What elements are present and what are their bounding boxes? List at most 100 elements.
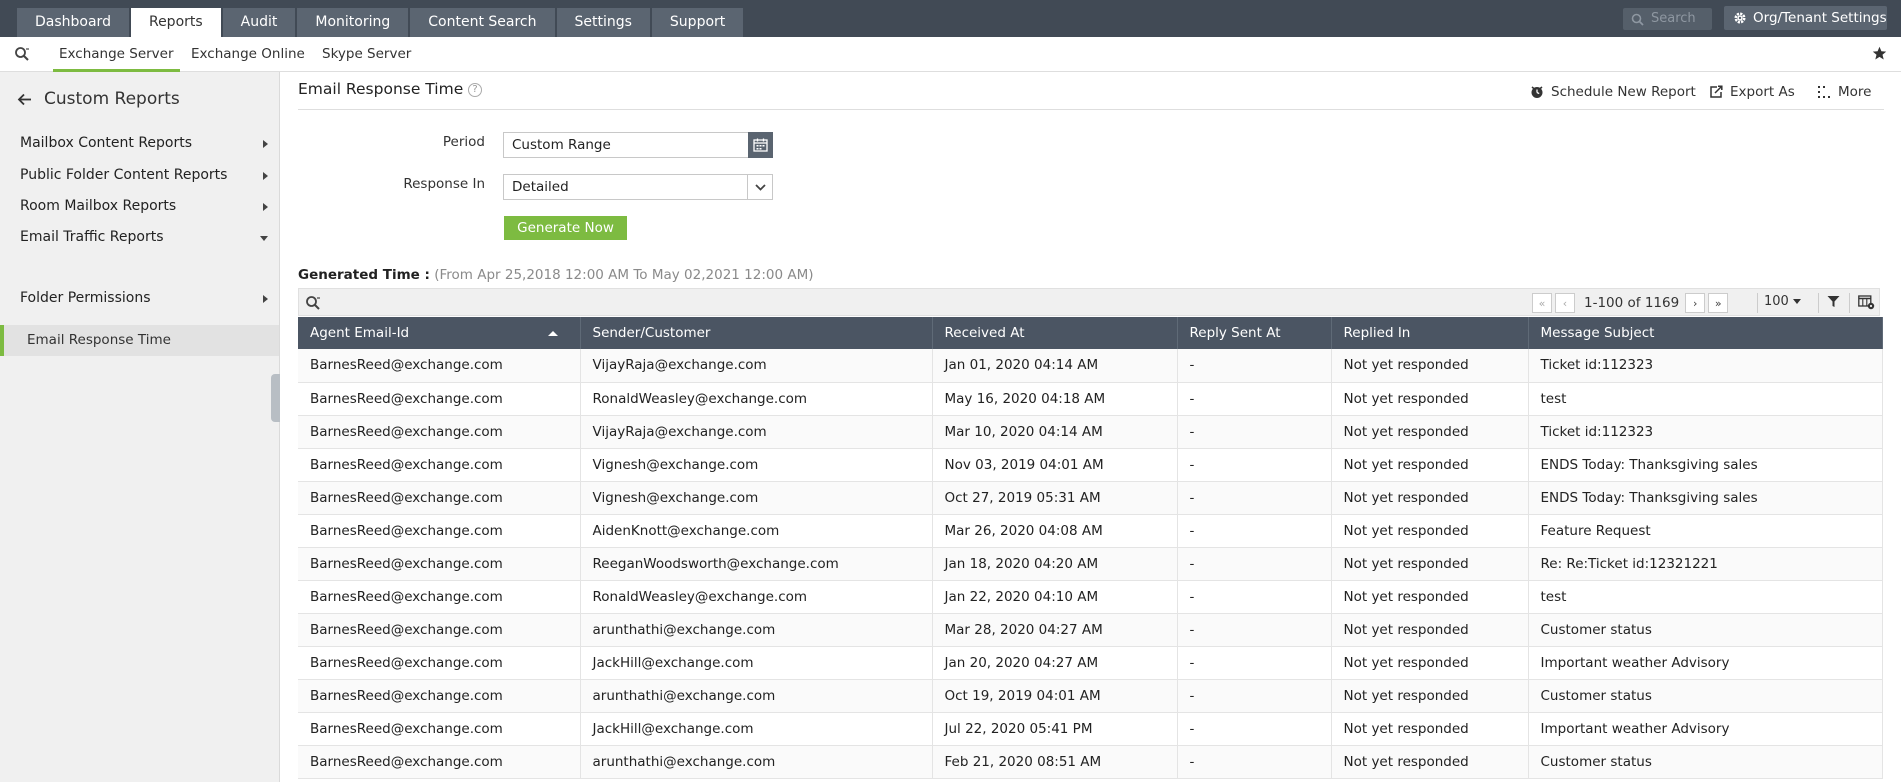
tab-content-search[interactable]: Content Search	[410, 8, 555, 37]
agent-email-cell: BarnesReed@exchange.com	[298, 547, 581, 581]
received-at-cell: Nov 03, 2019 04:01 AM	[932, 448, 1178, 482]
column-header-sender[interactable]: Sender/Customer	[580, 317, 933, 349]
caret-down-icon	[260, 236, 268, 241]
table-row[interactable]: BarnesReed@exchange.com VijayRaja@exchang…	[298, 349, 1883, 383]
table-row[interactable]: BarnesReed@exchange.com Vignesh@exchange.…	[298, 481, 1883, 515]
first-page-icon[interactable]: «	[1532, 293, 1552, 313]
subtab-exchange-online[interactable]: Exchange Online	[191, 46, 305, 62]
message-subject-cell: Ticket id:112323	[1528, 415, 1883, 449]
received-at-cell: Mar 10, 2020 04:14 AM	[932, 415, 1178, 449]
received-at-cell: Jan 22, 2020 04:10 AM	[932, 580, 1178, 614]
column-header-message-subject[interactable]: Message Subject	[1528, 317, 1883, 349]
column-header-received-at[interactable]: Received At	[932, 317, 1178, 349]
agent-email-cell: BarnesReed@exchange.com	[298, 712, 581, 746]
received-at-cell: Mar 28, 2020 04:27 AM	[932, 613, 1178, 647]
received-at-cell: Mar 26, 2020 04:08 AM	[932, 514, 1178, 548]
global-search-input[interactable]: Search	[1623, 8, 1712, 30]
sidebar-item-folder-permissions[interactable]: Folder Permissions	[20, 290, 268, 306]
caret-right-icon	[263, 172, 268, 180]
gear-icon	[1734, 12, 1746, 24]
subtab-exchange-server[interactable]: Exchange Server	[53, 46, 180, 72]
more-label: More	[1838, 84, 1872, 100]
caret-right-icon	[263, 203, 268, 211]
received-at-cell: May 16, 2020 04:18 AM	[932, 382, 1178, 416]
column-chooser-icon[interactable]	[1858, 295, 1875, 310]
received-at-cell: Jul 22, 2020 05:41 PM	[932, 712, 1178, 746]
tab-support[interactable]: Support	[651, 8, 744, 37]
sidebar: Custom Reports Mailbox Content Reports P…	[0, 72, 280, 782]
response-in-select[interactable]: Detailed	[503, 174, 773, 200]
sidebar-item-public-folder-content-reports[interactable]: Public Folder Content Reports	[20, 167, 268, 183]
last-page-icon[interactable]: »	[1708, 293, 1729, 313]
table-row[interactable]: BarnesReed@exchange.com Vignesh@exchange.…	[298, 448, 1883, 482]
tab-reports[interactable]: Reports	[130, 8, 221, 37]
search-icon[interactable]	[14, 46, 30, 62]
replied-in-cell: Not yet responded	[1331, 547, 1529, 581]
page-size-select[interactable]: 100	[1764, 294, 1801, 309]
prev-page-icon[interactable]: ‹	[1555, 293, 1575, 313]
replied-in-cell: Not yet responded	[1331, 481, 1529, 515]
received-at-cell: Feb 21, 2020 08:51 AM	[932, 745, 1178, 779]
pager-range: 1-100 of 1169	[1584, 295, 1680, 311]
received-at-cell: Oct 27, 2019 05:31 AM	[932, 481, 1178, 515]
sidebar-item-mailbox-content-reports[interactable]: Mailbox Content Reports	[20, 135, 268, 151]
agent-email-cell: BarnesReed@exchange.com	[298, 580, 581, 614]
sidebar-item-email-traffic-reports[interactable]: Email Traffic Reports	[20, 229, 268, 245]
reply-sent-at-cell: -	[1177, 349, 1332, 383]
help-icon[interactable]: ?	[468, 83, 482, 97]
tab-monitoring[interactable]: Monitoring	[297, 8, 409, 37]
calendar-button[interactable]	[748, 132, 773, 158]
next-page-icon[interactable]: ›	[1685, 293, 1706, 313]
sidebar-header[interactable]: Custom Reports	[17, 89, 180, 109]
table-row[interactable]: BarnesReed@exchange.com AidenKnott@exchan…	[298, 514, 1883, 548]
table-row[interactable]: BarnesReed@exchange.com arunthathi@exchan…	[298, 745, 1883, 779]
period-label: Period	[442, 134, 485, 150]
sender-cell: JackHill@exchange.com	[580, 712, 933, 746]
schedule-new-report-button[interactable]: Schedule New Report	[1530, 84, 1696, 100]
tab-settings[interactable]: Settings	[556, 8, 650, 37]
more-button[interactable]: More	[1817, 84, 1871, 100]
back-arrow-icon[interactable]	[17, 93, 32, 106]
sidebar-item-label: Public Folder Content Reports	[20, 167, 228, 183]
column-header-replied-in[interactable]: Replied In	[1331, 317, 1529, 349]
reply-sent-at-cell: -	[1177, 547, 1332, 581]
generate-now-button[interactable]: Generate Now	[504, 216, 627, 240]
sidebar-item-room-mailbox-reports[interactable]: Room Mailbox Reports	[20, 198, 268, 214]
table-row[interactable]: BarnesReed@exchange.com arunthathi@exchan…	[298, 613, 1883, 647]
org-tenant-settings-button[interactable]: Org/Tenant Settings	[1724, 6, 1887, 30]
search-icon[interactable]	[305, 295, 321, 311]
reply-sent-at-cell: -	[1177, 415, 1332, 449]
tab-dashboard[interactable]: Dashboard	[17, 8, 129, 37]
sidebar-subitem-email-response-time[interactable]: Email Response Time	[0, 325, 279, 356]
message-subject-cell: Feature Request	[1528, 514, 1883, 548]
page-title: Email Response Time	[298, 80, 464, 98]
tab-audit[interactable]: Audit	[222, 8, 296, 37]
filter-icon[interactable]	[1827, 295, 1840, 308]
caret-right-icon	[263, 140, 268, 148]
header-divider	[298, 109, 1884, 110]
sender-cell: JackHill@exchange.com	[580, 646, 933, 680]
response-in-dropdown-toggle[interactable]	[747, 174, 773, 200]
reply-sent-at-cell: -	[1177, 382, 1332, 416]
table-row[interactable]: BarnesReed@exchange.com ReeganWoodsworth@…	[298, 547, 1883, 581]
agent-email-cell: BarnesReed@exchange.com	[298, 679, 581, 713]
message-subject-cell: Important weather Advisory	[1528, 712, 1883, 746]
agent-email-cell: BarnesReed@exchange.com	[298, 646, 581, 680]
column-header-reply-sent-at[interactable]: Reply Sent At	[1177, 317, 1332, 349]
table-row[interactable]: BarnesReed@exchange.com JackHill@exchange…	[298, 712, 1883, 746]
table-row[interactable]: BarnesReed@exchange.com VijayRaja@exchang…	[298, 415, 1883, 449]
table-row[interactable]: BarnesReed@exchange.com RonaldWeasley@exc…	[298, 382, 1883, 416]
sidebar-collapse-handle[interactable]	[271, 374, 280, 422]
grid-toolbar: « ‹ 1-100 of 1169 › » 100	[298, 288, 1880, 316]
table-row[interactable]: BarnesReed@exchange.com arunthathi@exchan…	[298, 679, 1883, 713]
export-as-button[interactable]: Export As	[1709, 84, 1795, 100]
star-icon[interactable]	[1872, 46, 1887, 61]
sender-cell: VijayRaja@exchange.com	[580, 415, 933, 449]
message-subject-cell: Ticket id:112323	[1528, 349, 1883, 383]
column-header-agent-email[interactable]: Agent Email-Id	[298, 317, 581, 349]
table-row[interactable]: BarnesReed@exchange.com JackHill@exchange…	[298, 646, 1883, 680]
table-row[interactable]: BarnesReed@exchange.com RonaldWeasley@exc…	[298, 580, 1883, 614]
subtab-skype-server[interactable]: Skype Server	[322, 46, 411, 62]
period-field[interactable]: Custom Range	[503, 132, 749, 158]
pager: « ‹ 1-100 of 1169 › »	[1532, 293, 1731, 313]
